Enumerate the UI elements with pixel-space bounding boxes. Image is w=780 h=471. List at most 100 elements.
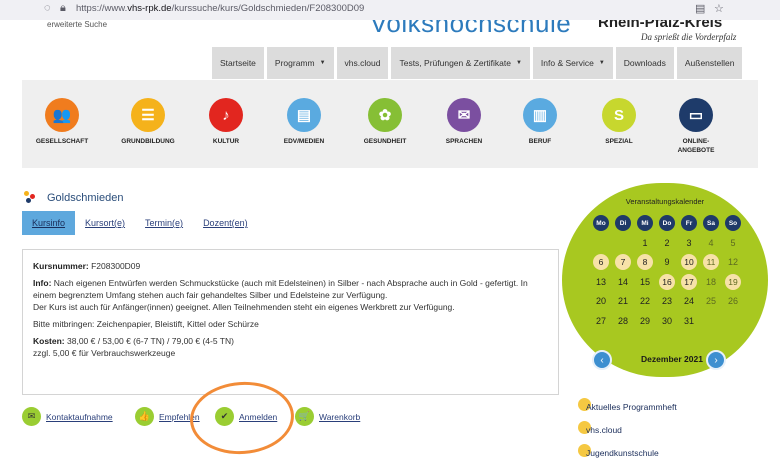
calendar-day-event[interactable]: 11 bbox=[703, 254, 719, 271]
calendar-day-event[interactable]: 8 bbox=[637, 254, 653, 271]
tab-termin-e[interactable]: Termin(e) bbox=[135, 211, 193, 235]
browser-toolbar: ◌ 🔒︎ https://www.vhs-rpk.de/kurssuche/ku… bbox=[0, 0, 780, 20]
shield-icon[interactable]: ◌ bbox=[44, 2, 51, 14]
nav-item-info-service[interactable]: Info & Service ▼ bbox=[532, 47, 613, 79]
calendar-day: 28 bbox=[617, 315, 628, 326]
laptop-icon: ▭ bbox=[679, 98, 713, 132]
nav-item-label: Außenstellen bbox=[684, 58, 735, 68]
weekday-label: So bbox=[725, 215, 741, 232]
nav-item-label: Tests, Prüfungen & Zertifikate bbox=[399, 58, 511, 68]
next-month-button[interactable]: › bbox=[706, 350, 726, 370]
caret-down-icon: ▼ bbox=[598, 60, 605, 66]
calendar-day: 24 bbox=[683, 296, 694, 307]
calendar-day: 22 bbox=[639, 296, 650, 307]
calendar-week: 6 7 8 9 10 11 12 bbox=[590, 254, 744, 271]
cost-extra: zzgl. 5,00 € für Verbrauchswerkzeuge bbox=[33, 348, 176, 358]
bookmark-star-icon[interactable]: ☆ bbox=[714, 2, 724, 15]
category-label: SPEZIAL bbox=[605, 138, 633, 145]
cost-label: Kosten: bbox=[33, 336, 65, 346]
calendar-week: 1 2 3 4 5 bbox=[590, 235, 744, 252]
category-gesellschaft[interactable]: 👥 GESELLSCHAFT bbox=[22, 98, 102, 146]
category-spezial[interactable]: S SPEZIAL bbox=[579, 98, 659, 146]
calendar-nav: ‹ Dezember 2021 › bbox=[592, 348, 732, 370]
tagline: Da sprießt die Vorderpfalz bbox=[641, 32, 737, 42]
category-label: GRUNDBILDUNG bbox=[121, 138, 175, 145]
nav-item-label: vhs.cloud bbox=[344, 58, 381, 68]
calendar-day: 20 bbox=[595, 296, 606, 307]
category-band: 👥 GESELLSCHAFT ☰ GRUNDBILDUNG ♪ KULTUR ▤ EDV/ME… bbox=[22, 80, 758, 168]
nav-item-label: Startseite bbox=[220, 58, 256, 68]
calendar-week: 13 14 15 16 17 18 19 bbox=[590, 273, 744, 291]
caret-down-icon: ▼ bbox=[319, 60, 326, 66]
tab-kursinfo[interactable]: Kursinfo bbox=[22, 211, 76, 235]
calendar-day: 15 bbox=[639, 276, 650, 287]
tab-kursort-e[interactable]: Kursort(e) bbox=[75, 211, 135, 235]
kontaktaufnahme-button[interactable]: ✉ Kontaktaufnahme bbox=[22, 407, 113, 426]
nav-item-label: Programm bbox=[274, 58, 315, 68]
calendar-day-event[interactable]: 10 bbox=[681, 254, 697, 271]
calendar-day: 26 bbox=[727, 296, 738, 307]
side-link-label: vhs.cloud bbox=[586, 425, 622, 435]
speech-icon: ✉ bbox=[447, 98, 481, 132]
nav-item-startseite[interactable]: Startseite bbox=[212, 47, 264, 79]
advanced-search-link[interactable]: erweiterte Suche bbox=[47, 20, 107, 29]
calendar-day: 31 bbox=[683, 315, 694, 326]
weekday-label: Mi bbox=[637, 215, 653, 232]
category-sprachen[interactable]: ✉ SPRACHEN bbox=[424, 98, 504, 146]
site-header: erweiterte Suche Volkshochschule Rhein-P… bbox=[0, 20, 780, 46]
music-icon: ♪ bbox=[209, 98, 243, 132]
calendar-day: 25 bbox=[705, 296, 716, 307]
calendar-day: 29 bbox=[639, 315, 650, 326]
weekday-label: Di bbox=[615, 215, 631, 232]
calendar-day: 18 bbox=[705, 276, 716, 287]
calendar-day: 3 bbox=[686, 237, 692, 248]
calendar-day: 21 bbox=[617, 296, 628, 307]
category-kultur[interactable]: ♪ KULTUR bbox=[186, 98, 266, 146]
warenkorb-button[interactable]: 🛒 Warenkorb bbox=[295, 407, 360, 426]
book-icon: ▥ bbox=[523, 98, 557, 132]
calendar-day-event[interactable]: 19 bbox=[725, 273, 741, 290]
category-beruf[interactable]: ▥ BERUF bbox=[500, 98, 580, 146]
calendar-day-event[interactable]: 16 bbox=[659, 273, 675, 290]
course-info-panel: Kursnummer: F208300D09 Info: Nach eigene… bbox=[22, 249, 559, 395]
health-icon: ✿ bbox=[368, 98, 402, 132]
nav-item-außenstellen[interactable]: Außenstellen bbox=[676, 47, 743, 79]
nav-item-label: Downloads bbox=[623, 58, 666, 68]
side-link-label: Aktuelles Programmheft bbox=[586, 402, 677, 412]
people-icon: 👥 bbox=[45, 98, 79, 132]
tab-dozent-en[interactable]: Dozent(en) bbox=[193, 211, 258, 235]
calendar-day-event[interactable]: 6 bbox=[593, 254, 609, 271]
calendar-day-event[interactable]: 17 bbox=[681, 273, 697, 290]
calendar-day: 12 bbox=[727, 257, 738, 268]
reader-icon[interactable]: ▤ bbox=[695, 2, 705, 15]
category-label: ONLINE- ANGEBOTE bbox=[677, 138, 715, 154]
category-label: SPRACHEN bbox=[445, 138, 483, 145]
monitor-icon: ▤ bbox=[287, 98, 321, 132]
action-label: Warenkorb bbox=[319, 411, 361, 422]
url-bar[interactable]: https://www.vhs-rpk.de/kurssuche/kurs/Go… bbox=[76, 3, 364, 14]
calendar-day: 30 bbox=[661, 315, 672, 326]
category-edv-medien[interactable]: ▤ EDV/MEDIEN bbox=[264, 98, 344, 146]
calendar-day: 27 bbox=[595, 315, 606, 326]
caret-down-icon: ▼ bbox=[515, 60, 522, 66]
category-label: GESUNDHEIT bbox=[363, 138, 407, 145]
calendar-day: 14 bbox=[617, 276, 628, 287]
course-bullet-icon bbox=[24, 191, 36, 203]
weekday-label: Fr bbox=[681, 215, 697, 232]
nav-item-tests-prüfungen-zertifikate[interactable]: Tests, Prüfungen & Zertifikate ▼ bbox=[391, 47, 530, 79]
thumbs-up-icon: 👍 bbox=[135, 407, 154, 426]
calendar-title: Veranstaltungskalender bbox=[625, 197, 705, 206]
org-logo[interactable]: Volkshochschule bbox=[370, 20, 571, 39]
category-grundbildung[interactable]: ☰ GRUNDBILDUNG bbox=[108, 98, 188, 146]
nav-item-programm[interactable]: Programm ▼ bbox=[266, 47, 334, 79]
category-label: KULTUR bbox=[212, 138, 240, 145]
calendar-day-event[interactable]: 7 bbox=[615, 254, 631, 271]
nav-item-downloads[interactable]: Downloads bbox=[615, 47, 674, 79]
course-number: F208300D09 bbox=[91, 261, 141, 271]
nav-item-label: Info & Service bbox=[540, 58, 594, 68]
main-nav: Startseite Programm ▼ vhs.cloud Tests, Prüfu… bbox=[212, 47, 743, 79]
category-gesundheit[interactable]: ✿ GESUNDHEIT bbox=[345, 98, 425, 146]
nav-item-vhs-cloud[interactable]: vhs.cloud bbox=[336, 47, 389, 79]
prev-month-button[interactable]: ‹ bbox=[592, 350, 612, 370]
category-online-angebote[interactable]: ▭ ONLINE- ANGEBOTE bbox=[656, 98, 736, 155]
